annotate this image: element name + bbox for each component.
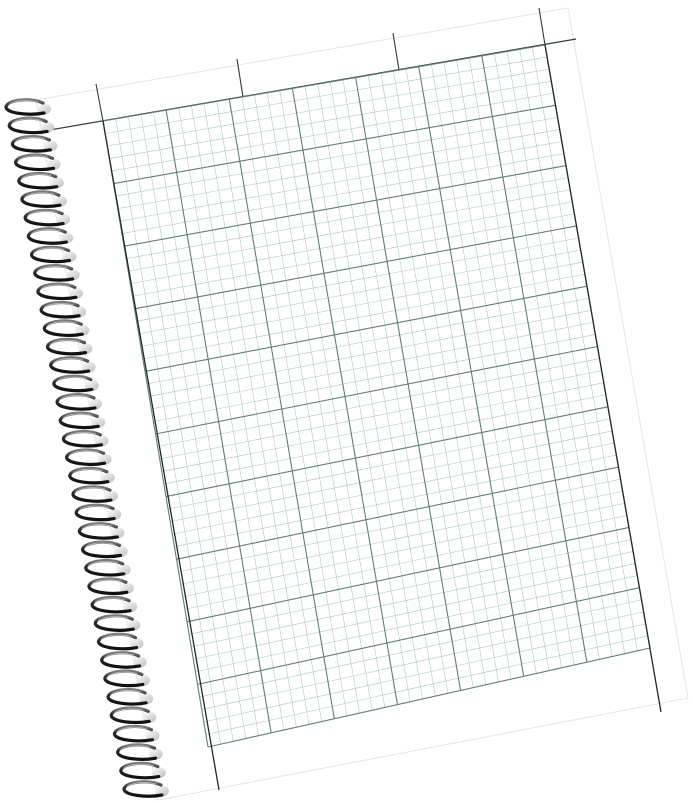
spiral-ring [26,227,74,245]
spiral-ring [52,374,99,393]
spiral-ring [20,190,67,208]
spiral-ring [87,577,134,596]
spiral-ring [23,208,71,227]
spiral-ring [58,411,106,430]
spiral-ring [80,540,128,559]
spiral-ring [112,724,160,743]
spiral-ring [49,356,96,374]
spiral-ring [90,595,138,614]
spiral-ring [55,393,102,411]
spiral-ring [84,558,131,577]
spiral-ring [109,706,157,725]
spiral-ring [116,743,163,761]
notebook-scene [4,7,689,801]
spiral-ring [119,761,166,780]
spiral-ring [29,245,77,264]
